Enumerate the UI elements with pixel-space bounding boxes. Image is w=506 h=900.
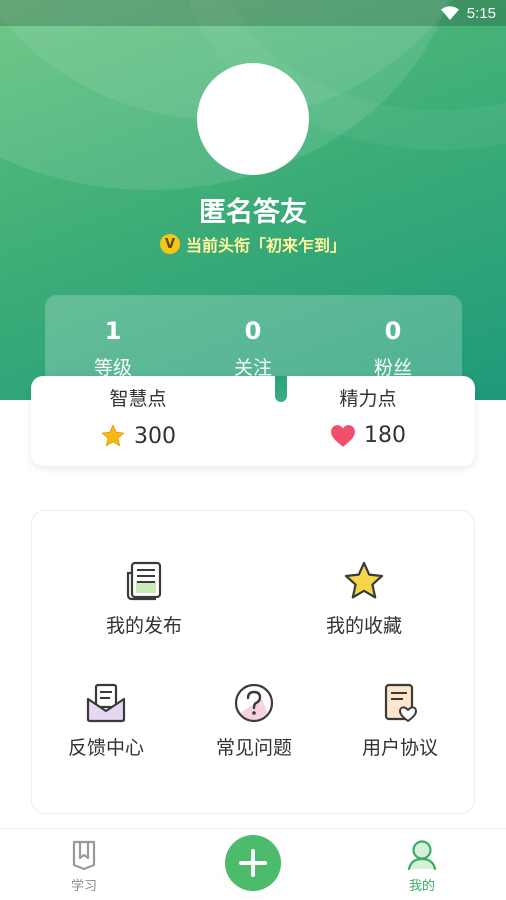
user-icon xyxy=(407,840,437,871)
menu-label: 常见问题 xyxy=(215,737,292,759)
stat-fans[interactable]: 0 粉丝 xyxy=(333,317,453,380)
stat-following[interactable]: 0 关注 xyxy=(193,317,313,380)
tab-mine[interactable]: 我的 xyxy=(382,839,462,894)
status-time: 5:15 xyxy=(466,4,496,22)
energy-points[interactable]: 精力点 180 xyxy=(261,384,475,448)
menu-label: 我的收藏 xyxy=(325,615,402,637)
book-icon xyxy=(72,840,96,871)
star-icon xyxy=(101,424,125,447)
menu-my-posts[interactable]: 我的发布 xyxy=(74,559,214,638)
energy-points-label: 精力点 xyxy=(339,388,397,410)
current-title-text: 当前头衔「初来乍到」 xyxy=(185,236,346,255)
status-bar: 5:15 xyxy=(0,0,506,26)
username: 匿名答友 xyxy=(199,197,307,228)
menu-label: 反馈中心 xyxy=(67,737,144,759)
user-title-row: V 当前头衔「初来乍到」 xyxy=(0,232,506,256)
document-heart-icon xyxy=(384,683,417,722)
menu-faq[interactable]: 常见问题 xyxy=(184,681,324,760)
avatar[interactable] xyxy=(197,63,309,175)
wifi-icon xyxy=(440,6,459,20)
add-button[interactable] xyxy=(225,835,281,891)
v-badge-icon: V xyxy=(159,234,180,254)
menu-feedback[interactable]: 反馈中心 xyxy=(36,681,176,760)
menu-my-favorites[interactable]: 我的收藏 xyxy=(294,559,434,638)
menu-label: 我的发布 xyxy=(105,615,182,637)
stat-level-value: 1 xyxy=(104,317,122,345)
stat-level[interactable]: 1 等级 xyxy=(53,317,173,380)
newspaper-icon xyxy=(126,561,162,601)
heart-icon xyxy=(331,424,355,447)
stat-fans-value: 0 xyxy=(384,317,402,345)
plus-icon xyxy=(239,849,267,877)
energy-points-value: 180 xyxy=(364,423,406,448)
wisdom-points[interactable]: 智慧点 300 xyxy=(31,384,245,449)
tab-mine-label: 我的 xyxy=(408,879,435,894)
stat-following-value: 0 xyxy=(244,317,262,345)
tab-study[interactable]: 学习 xyxy=(44,839,124,894)
question-icon xyxy=(234,683,274,723)
mail-icon xyxy=(86,683,126,723)
menu-card: 我的发布 我的收藏 反馈中心 常见问题 用户协议 xyxy=(31,510,475,814)
tab-study-label: 学习 xyxy=(70,879,97,894)
star-outline-icon xyxy=(344,561,384,599)
menu-label: 用户协议 xyxy=(361,737,438,759)
bottom-tab-bar: 学习 我的 xyxy=(0,828,506,900)
wisdom-points-value: 300 xyxy=(134,423,176,449)
points-card: 智慧点 300 精力点 180 xyxy=(31,376,475,466)
menu-user-agreement[interactable]: 用户协议 xyxy=(330,681,470,760)
wisdom-points-label: 智慧点 xyxy=(109,388,167,410)
